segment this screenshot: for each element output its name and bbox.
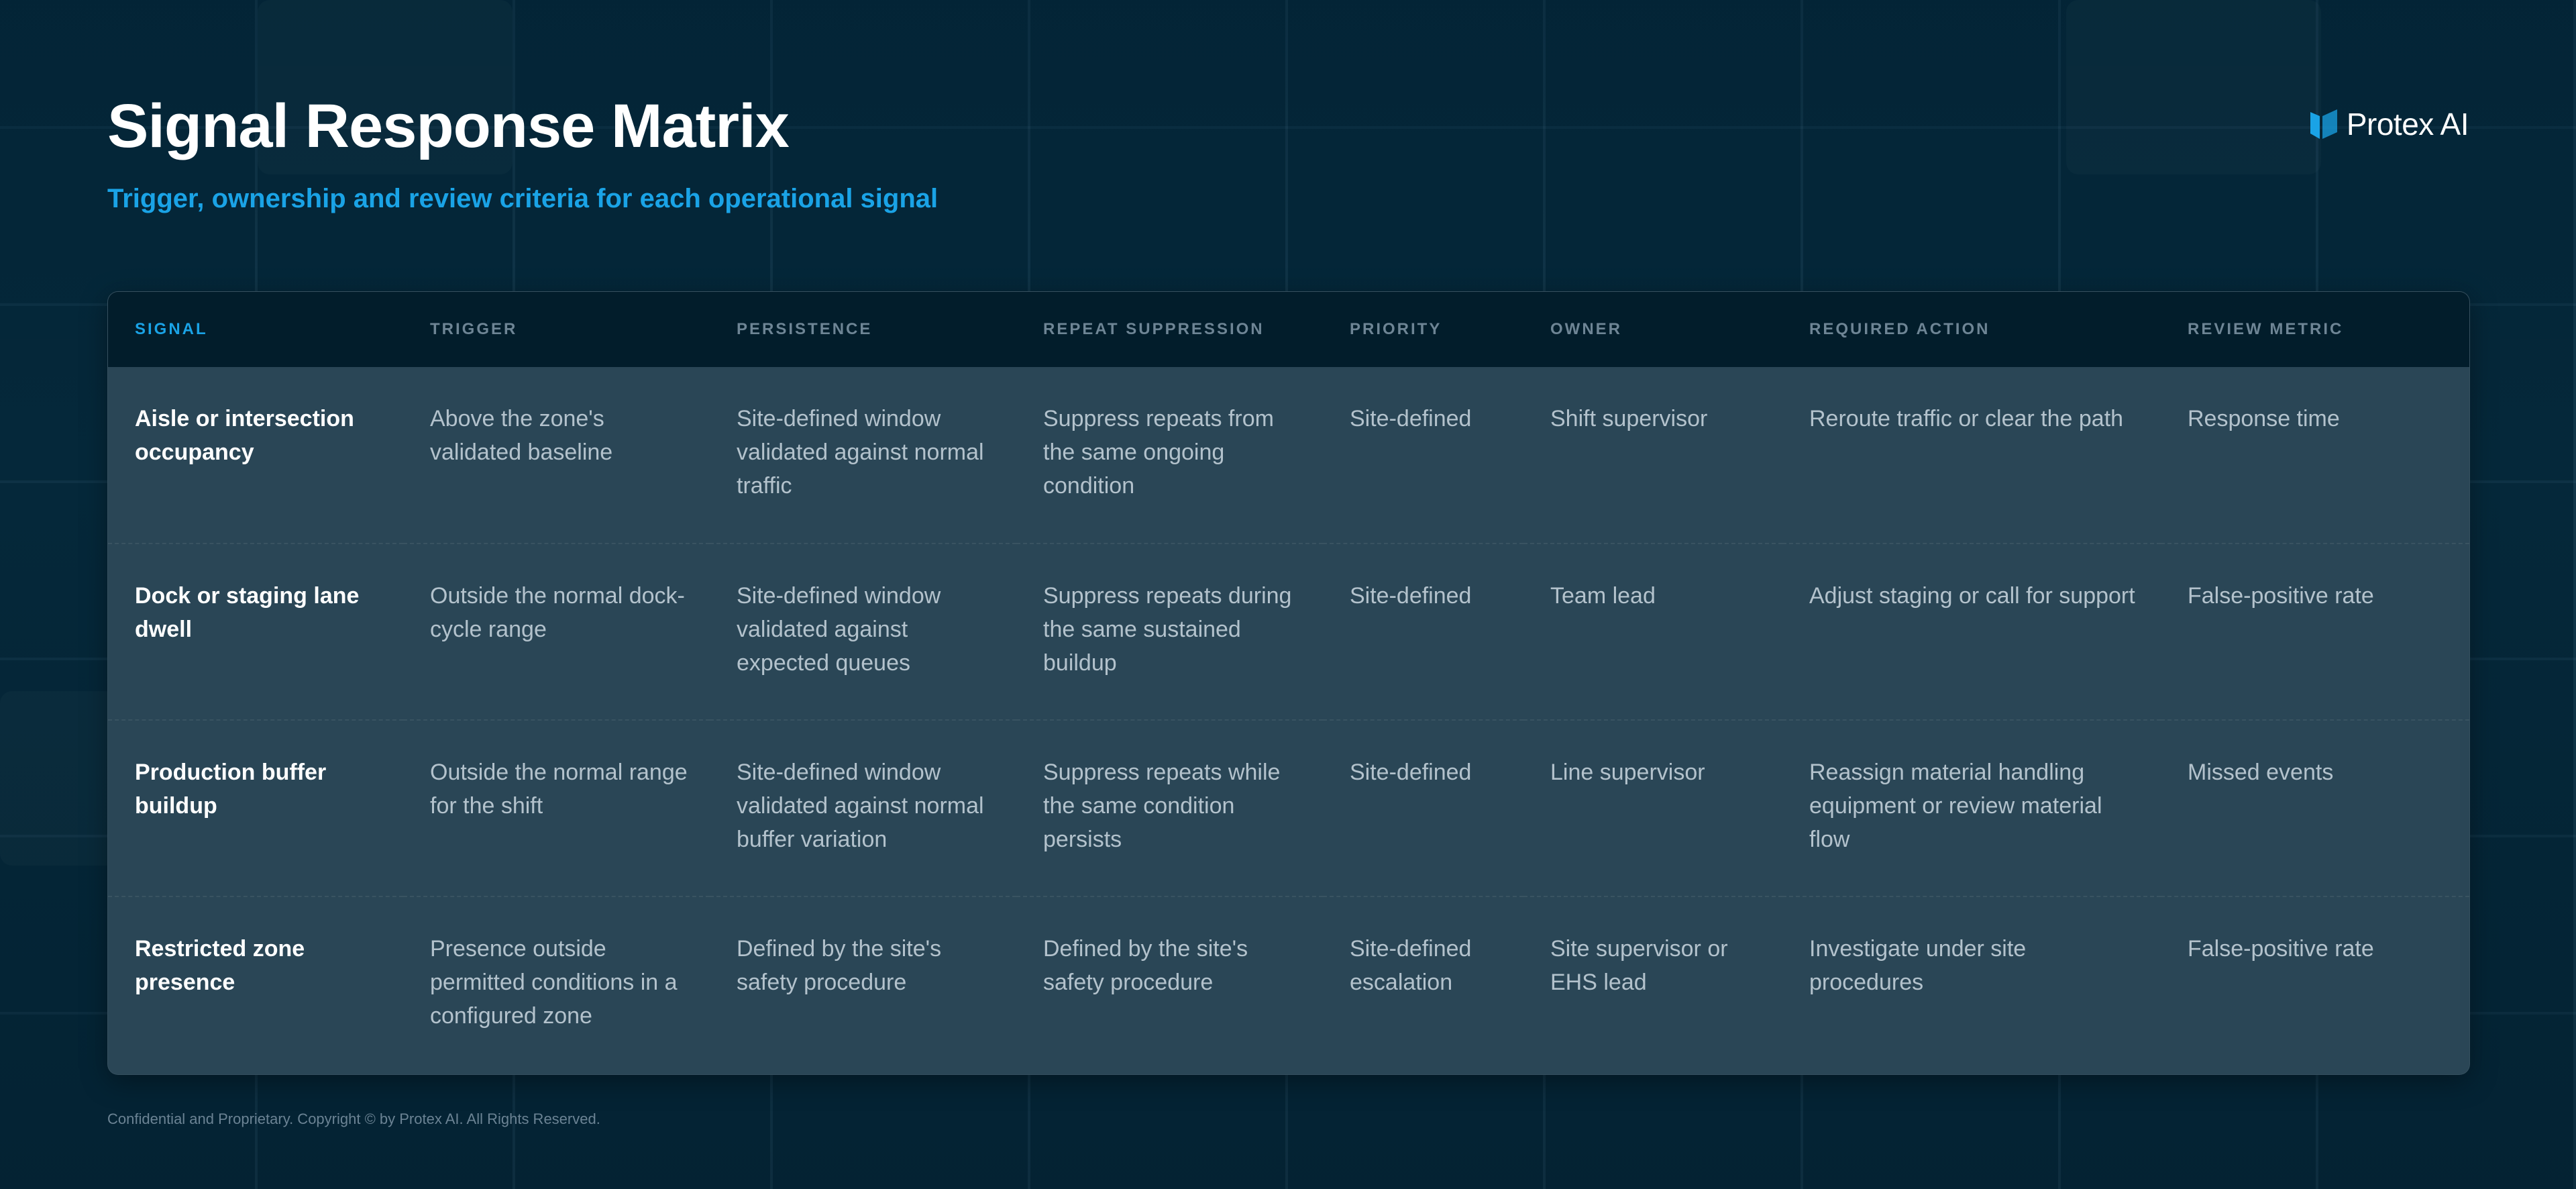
table-header-row: SIGNAL TRIGGER PERSISTENCE REPEAT SUPPRESSI…	[108, 292, 2469, 367]
column-header-persistence: PERSISTENCE	[737, 320, 873, 338]
cell-review-metric: Response time	[2188, 406, 2340, 431]
brand-name: Protex AI	[2346, 107, 2469, 142]
cell-required-action: Investigate under site procedures	[1782, 896, 2161, 1073]
cell-owner: Line supervisor	[1523, 719, 1782, 896]
column-header-repeat-suppression: REPEAT SUPPRESSION	[1043, 320, 1265, 338]
cell-owner: Team lead	[1523, 543, 1782, 720]
column-header-trigger: TRIGGER	[430, 320, 518, 338]
protex-shield-icon	[2310, 109, 2337, 139]
cell-review-metric: False-positive rate	[2161, 543, 2469, 720]
brand-logo: Protex AI	[2310, 106, 2469, 142]
cell-review-metric: False-positive rate	[2161, 896, 2469, 1073]
cell-required-action: Reroute traffic or clear the path	[1809, 406, 2124, 431]
cell-persistence: Site-defined window validated against no…	[710, 719, 1016, 896]
column-header-priority: PRIORITY	[1350, 320, 1442, 338]
cell-trigger: Presence outside permitted conditions in…	[403, 896, 710, 1073]
matrix-table: SIGNAL TRIGGER PERSISTENCE REPEAT SUPPRESSI…	[108, 292, 2469, 1073]
background-tile	[2066, 0, 2321, 174]
footer-copyright: Confidential and Proprietary. Copyright …	[107, 1110, 600, 1127]
cell-owner: Shift supervisor	[1550, 406, 1708, 431]
cell-repeat-suppression: Suppress repeats while the same conditio…	[1016, 719, 1323, 896]
cell-persistence: Site-defined window validated against ex…	[710, 543, 1016, 720]
cell-signal: Production buffer buildup	[108, 719, 403, 896]
cell-owner: Site supervisor or EHS lead	[1523, 896, 1782, 1073]
column-header-required-action: REQUIRED ACTION	[1809, 320, 1990, 338]
cell-repeat-suppression: Suppress repeats from the same ongoing c…	[1043, 406, 1274, 499]
column-header-review-metric: REVIEW METRIC	[2188, 320, 2344, 338]
cell-persistence: Site-defined window validated against no…	[737, 406, 984, 499]
cell-trigger: Outside the normal range for the shift	[403, 719, 710, 896]
cell-persistence: Defined by the site's safety procedure	[710, 896, 1016, 1073]
table-body: Aisle or intersection occupancy Above the…	[108, 367, 2469, 1073]
column-header-signal: SIGNAL	[135, 320, 208, 338]
table-row: Dock or staging lane dwell Outside the no…	[108, 543, 2469, 720]
cell-signal: Dock or staging lane dwell	[108, 543, 403, 720]
signal-response-table: SIGNAL TRIGGER PERSISTENCE REPEAT SUPPRESSI…	[107, 291, 2470, 1075]
cell-review-metric: Missed events	[2161, 719, 2469, 896]
table-row: Restricted zone presence Presence outside…	[108, 896, 2469, 1073]
table-row: Aisle or intersection occupancy Above the…	[108, 367, 2469, 544]
cell-signal: Aisle or intersection occupancy	[135, 406, 354, 465]
column-header-owner: OWNER	[1550, 320, 1622, 338]
cell-priority: Site-defined escalation	[1323, 896, 1523, 1073]
cell-required-action: Reassign material handling equipment or …	[1782, 719, 2161, 896]
cell-required-action: Adjust staging or call for support	[1782, 543, 2161, 720]
cell-trigger: Outside the normal dock-cycle range	[403, 543, 710, 720]
page-subtitle: Trigger, ownership and review criteria f…	[107, 184, 938, 213]
cell-signal: Restricted zone presence	[108, 896, 403, 1073]
cell-priority: Site-defined	[1350, 406, 1472, 431]
cell-trigger: Above the zone's validated baseline	[430, 406, 613, 465]
table-row: Production buffer buildup Outside the nor…	[108, 719, 2469, 896]
cell-repeat-suppression: Suppress repeats during the same sustain…	[1016, 543, 1323, 720]
page-title: Signal Response Matrix	[107, 92, 790, 160]
cell-priority: Site-defined	[1323, 543, 1523, 720]
cell-priority: Site-defined	[1323, 719, 1523, 896]
cell-repeat-suppression: Defined by the site's safety procedure	[1016, 896, 1323, 1073]
